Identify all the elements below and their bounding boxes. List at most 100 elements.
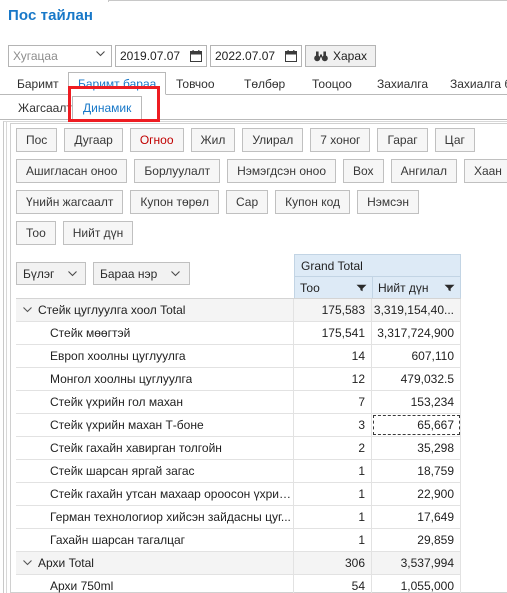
calendar-icon[interactable] (285, 50, 297, 62)
row-qty: 1 (294, 483, 372, 505)
pill-pos[interactable]: Пос (16, 128, 58, 152)
date-from-input[interactable]: 2019.07.07 (115, 45, 207, 67)
field-pill-area: Пос Дугаар Огноо Жил Улирал 7 хоног Гара… (16, 128, 507, 252)
date-to-input[interactable]: 2022.07.07 (210, 45, 302, 67)
row-amount: 29,859 (372, 529, 461, 551)
pill-ognoo[interactable]: Огноо (129, 128, 184, 152)
table-row[interactable]: Монгол хоолны цуглуулга 12 479,032.5 (16, 368, 461, 391)
chevron-down-icon (96, 51, 105, 57)
row-label: Монгол хоолны цуглуулга (50, 372, 193, 386)
row-label-cell: Архи Total (16, 552, 294, 574)
pill-nemsen[interactable]: Нэмсэн (357, 190, 419, 214)
row-amount: 18,759 (372, 460, 461, 482)
subtab-jagsaalt[interactable]: Жагсаалт (8, 96, 82, 120)
pill-uliral[interactable]: Улирал (242, 128, 304, 152)
period-select[interactable]: Хугацаа (8, 45, 112, 67)
subtab-dinamik[interactable]: Динамик (72, 96, 143, 120)
grand-total-header: Grand Total (294, 254, 461, 276)
pill-haan[interactable]: Хаан (463, 159, 507, 183)
table-row[interactable]: Стейк үхрийн махан Т-боне 3 65,667 (16, 414, 461, 437)
pill-jil[interactable]: Жил (190, 128, 236, 152)
pill-niit-dun[interactable]: Нийт дүн (62, 221, 134, 245)
tab-barimt-baraa[interactable]: Баримт бараа (68, 72, 167, 95)
pill-sar[interactable]: Сар (225, 190, 269, 214)
pivot-table: Бүлэг Бараа нэр Grand Total Тоо Нийт дүн… (16, 254, 507, 593)
row-amount: 479,032.5 (372, 368, 461, 390)
panel-rail (6, 121, 7, 593)
table-row[interactable]: Архи Total 306 3,537,994 (16, 552, 461, 575)
view-button[interactable]: Харах (305, 45, 377, 67)
column-header-too-label: Тоо (300, 280, 320, 295)
row-qty: 7 (294, 391, 372, 413)
pill-uniin-jagsaalt[interactable]: Үнийн жагсаалт (16, 190, 124, 214)
tab-zahialga[interactable]: Захиалга (368, 72, 437, 95)
row-label-cell: Герман технологиор хийсэн зайдасны цуг..… (16, 506, 294, 528)
row-label: Стейк үхрийн гол махан (50, 395, 183, 409)
pill-ashiglasan-onoo[interactable]: Ашигласан оноо (16, 159, 128, 183)
row-qty: 1 (294, 506, 372, 528)
row-qty: 1 (294, 460, 372, 482)
pill-box[interactable]: Вох (343, 159, 384, 183)
pivot-field-buleg[interactable]: Бүлэг (16, 262, 86, 285)
pill-dugaar[interactable]: Дугаар (64, 128, 123, 152)
filter-icon[interactable] (356, 284, 367, 292)
row-qty: 54 (294, 575, 372, 593)
table-row[interactable]: Стейк шарсан яргай загас 1 18,759 (16, 460, 461, 483)
row-qty: 175,583 (294, 299, 372, 321)
row-qty: 175,541 (294, 322, 372, 344)
pill-too[interactable]: Тоо (16, 221, 56, 245)
filter-toolbar: Хугацаа 2019.07.07 2022.07.07 Харах (8, 45, 377, 67)
table-row[interactable]: Стейк цуглуулга хоол Total 175,583 3,319… (16, 299, 461, 322)
row-amount: 17,649 (372, 506, 461, 528)
table-row[interactable]: Стейк үхрийн гол махан 7 153,234 (16, 391, 461, 414)
filter-icon[interactable] (444, 284, 455, 292)
tab-tootsoo[interactable]: Тооцоо (303, 72, 361, 95)
tab-zahialga-baraa[interactable]: Захиалга ба (441, 72, 507, 95)
row-amount: 35,298 (372, 437, 461, 459)
table-row[interactable]: Стейк гахайн хавирган толгойн 2 35,298 (16, 437, 461, 460)
chevron-down-icon (68, 270, 78, 277)
date-from-value: 2019.07.07 (120, 49, 181, 63)
window-frame-line (108, 0, 507, 1)
tab-tovchoo[interactable]: Товчоо (167, 72, 224, 95)
pill-tsag[interactable]: Цаг (434, 128, 475, 152)
pill-7-honog[interactable]: 7 хоног (310, 128, 371, 152)
pill-angilal[interactable]: Ангилал (390, 159, 457, 183)
table-row[interactable]: Гахайн шарсан тагалцаг 1 29,859 (16, 529, 461, 552)
row-qty: 2 (294, 437, 372, 459)
tab-tulbur[interactable]: Төлбөр (235, 72, 294, 95)
chevron-down-icon[interactable] (16, 307, 38, 313)
row-label: Стейк мөөгтэй (50, 326, 131, 340)
pivot-field-baraa-ner[interactable]: Бараа нэр (93, 262, 190, 285)
page-title: Пос тайлан (8, 7, 94, 24)
pill-nemegdsen-onoo[interactable]: Нэмэгдсэн оноо (227, 159, 337, 183)
table-row[interactable]: Европ хоолны цуглуулга 14 607,110 (16, 345, 461, 368)
period-select-value: Хугацаа (13, 49, 58, 63)
calendar-icon[interactable] (190, 50, 202, 62)
pill-kupon-turul[interactable]: Купон төрөл (130, 190, 219, 214)
column-header-niit-dun[interactable]: Нийт дүн (372, 276, 461, 299)
table-row[interactable]: Архи 750ml 54 1,055,000 (16, 575, 461, 593)
field-pill-row-4: Тоо Нийт дүн (16, 221, 507, 245)
pill-borluulalt[interactable]: Борлуулалт (134, 159, 221, 183)
pill-kupon-kod[interactable]: Купон код (275, 190, 351, 214)
sub-tabstrip: Жагсаалт Динамик (0, 95, 507, 120)
field-pill-row-1: Пос Дугаар Огноо Жил Улирал 7 хоног Гара… (16, 128, 507, 152)
row-amount: 22,900 (372, 483, 461, 505)
pill-garag[interactable]: Гараг (377, 128, 428, 152)
row-label: Стейк цуглуулга хоол Total (38, 303, 186, 317)
binoculars-icon (314, 51, 328, 62)
row-label-cell: Европ хоолны цуглуулга (16, 345, 294, 367)
row-amount: 607,110 (372, 345, 461, 367)
table-row[interactable]: Герман технологиор хийсэн зайдасны цуг..… (16, 506, 461, 529)
table-row[interactable]: Стейк гахайн утсан махаар ороосон үхрий.… (16, 483, 461, 506)
table-row[interactable]: Стейк мөөгтэй 175,541 3,317,724,900 (16, 322, 461, 345)
row-label: Европ хоолны цуглуулга (50, 349, 186, 363)
row-label-cell: Стейк үхрийн махан Т-боне (16, 414, 294, 436)
column-header-too[interactable]: Тоо (294, 276, 372, 299)
chevron-down-icon[interactable] (16, 560, 38, 566)
tab-barimt[interactable]: Баримт (8, 72, 68, 95)
column-header-niit-dun-label: Нийт дүн (378, 280, 429, 295)
row-amount-selected[interactable]: 65,667 (372, 414, 461, 436)
row-label-cell: Стейк мөөгтэй (16, 322, 294, 344)
